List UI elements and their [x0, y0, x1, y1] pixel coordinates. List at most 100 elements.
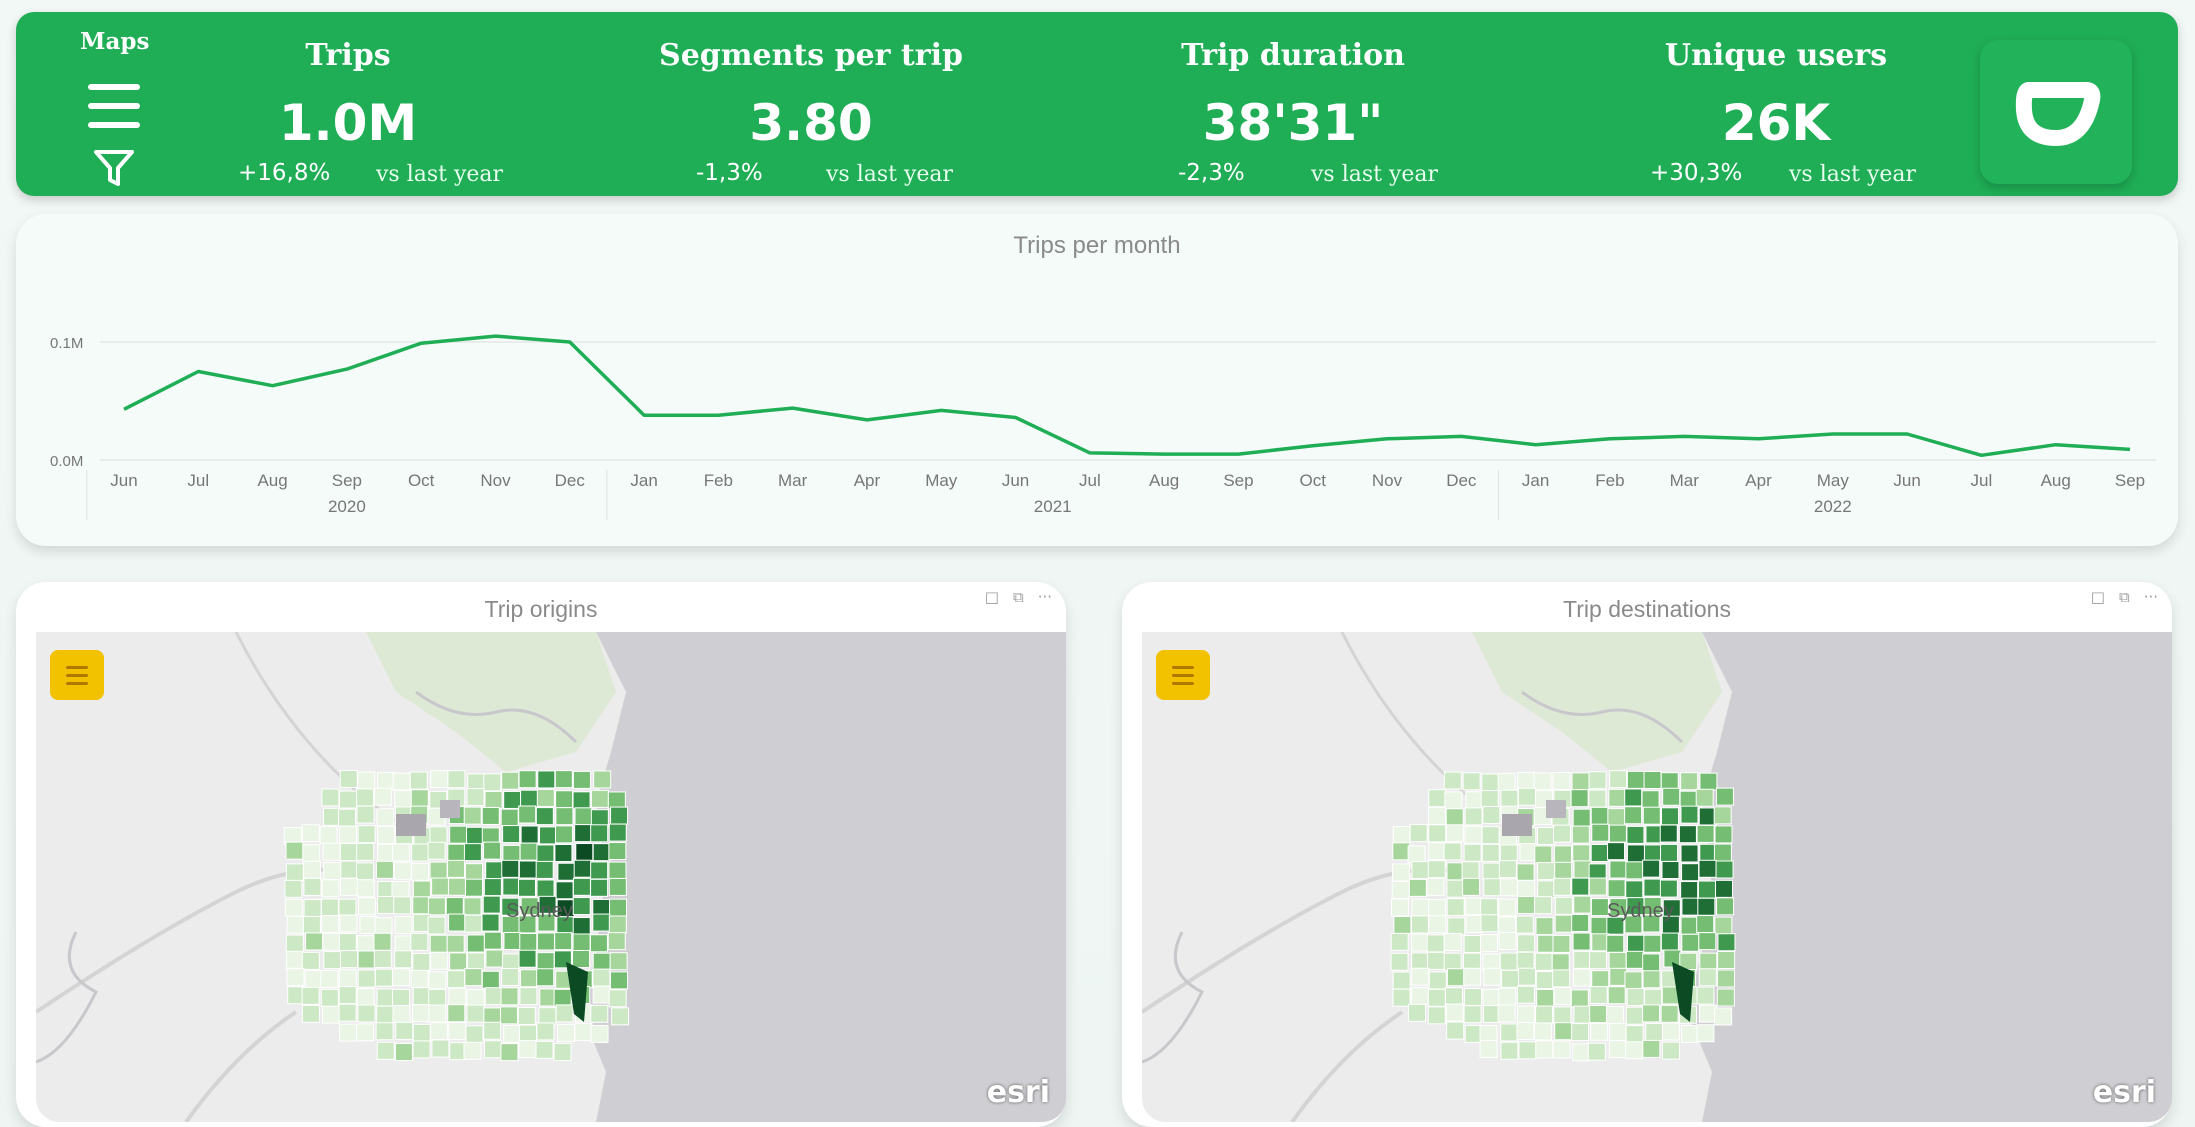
suburb-cell	[520, 825, 539, 844]
suburb-cell	[590, 1024, 609, 1043]
map-area[interactable]: Sydney esri	[36, 632, 1066, 1122]
copy-icon[interactable]: □	[985, 588, 999, 606]
trip-destinations-map-card: Trip destinations □ ⧉ ··· Sydney esri	[1122, 582, 2172, 1127]
x-tick-label: Jul	[187, 471, 209, 490]
suburb-cell	[1662, 787, 1681, 806]
suburb-cell	[1497, 772, 1516, 791]
x-tick-label: Sep	[332, 471, 362, 490]
suburb-cell	[536, 879, 555, 898]
esri-logo: esri	[2092, 1075, 2156, 1110]
suburb-cell	[394, 916, 413, 935]
map-area[interactable]: Sydney esri	[1142, 632, 2172, 1122]
suburb-cell	[410, 932, 429, 951]
ocean	[1687, 632, 2172, 1122]
suburb-cell	[1590, 1022, 1609, 1041]
suburb-cell	[427, 897, 446, 916]
suburb-cell	[339, 1023, 358, 1042]
suburb-cell	[1463, 987, 1482, 1006]
suburb-cell	[1410, 987, 1429, 1006]
menu-icon[interactable]	[1156, 650, 1210, 700]
suburb-cell	[1499, 878, 1518, 897]
suburb-cell	[446, 934, 465, 953]
suburb-cell	[1625, 950, 1644, 969]
suburb-cell	[485, 949, 504, 968]
suburb-cell	[592, 985, 611, 1004]
suburb-cell	[1698, 932, 1717, 951]
focus-mode-icon[interactable]: ⧉	[1013, 588, 1024, 606]
year-label: 2021	[1034, 497, 1072, 516]
focus-mode-icon[interactable]: ⧉	[2119, 588, 2130, 606]
suburb-cell	[412, 880, 431, 899]
hamburger-icon[interactable]	[88, 84, 140, 128]
more-options-icon[interactable]: ···	[2144, 588, 2158, 606]
logo-icon[interactable]	[1980, 40, 2132, 184]
suburb-cell	[1443, 842, 1462, 861]
kpi-value: 3.80	[749, 94, 873, 152]
suburb-cell	[339, 825, 358, 844]
suburb-no-data	[1546, 800, 1566, 818]
suburb-cell	[376, 895, 395, 914]
x-tick-label: May	[925, 471, 958, 490]
suburb-cell	[357, 1004, 376, 1023]
suburb-cell	[483, 878, 502, 897]
suburb-cell	[1554, 896, 1573, 915]
suburb-cell	[608, 989, 627, 1008]
suburb-cell	[1482, 805, 1501, 824]
suburb-cell	[1571, 914, 1590, 933]
suburb-cell	[1571, 1023, 1590, 1042]
suburb-cell	[608, 823, 627, 842]
suburb-cell	[1463, 843, 1482, 862]
suburb-cell	[555, 881, 574, 900]
suburb-cell	[395, 1021, 414, 1040]
suburb-cell	[1500, 789, 1519, 808]
suburb-cell	[539, 826, 558, 845]
suburb-cell	[1660, 772, 1679, 791]
suburb-cell	[338, 1003, 357, 1022]
suburb-cell	[1427, 1006, 1446, 1025]
suburb-cell	[391, 880, 410, 899]
suburb-cell	[409, 771, 428, 790]
suburb-cell	[463, 806, 482, 825]
menu-icon[interactable]	[50, 650, 104, 700]
suburb-cell	[1443, 932, 1462, 951]
suburb-cell	[1697, 897, 1716, 916]
suburb-cell	[1553, 877, 1572, 896]
kpi-value: 1.0M	[278, 94, 418, 152]
x-tick-label: Jun	[1893, 471, 1920, 490]
suburb-cell	[611, 1007, 630, 1026]
suburb-cell	[1428, 971, 1447, 990]
suburb-cell	[1464, 897, 1483, 916]
suburb-cell	[1609, 860, 1628, 879]
suburb-cell	[1462, 952, 1481, 971]
suburb-cell	[484, 790, 503, 809]
filter-icon[interactable]	[92, 146, 136, 190]
more-options-icon[interactable]: ···	[1038, 588, 1052, 606]
suburb-cell	[305, 932, 324, 951]
suburb-cell	[1608, 951, 1627, 970]
x-tick-label: Dec	[555, 471, 586, 490]
suburb-cell	[1534, 952, 1553, 971]
suburb-cell	[572, 897, 591, 916]
series-line	[123, 334, 2131, 458]
x-tick-label: Feb	[704, 471, 733, 490]
suburb-cell	[466, 934, 485, 953]
suburb-cell	[1661, 807, 1680, 826]
suburb-cell	[1390, 952, 1409, 971]
suburb-cell	[392, 988, 411, 1007]
suburb-cell	[430, 951, 449, 970]
suburb-cell	[555, 1004, 574, 1023]
copy-icon[interactable]: □	[2091, 588, 2105, 606]
suburb-cell	[377, 826, 396, 845]
suburb-cell	[608, 915, 627, 934]
suburb-cell	[1642, 1039, 1661, 1058]
suburb-cell	[284, 898, 303, 917]
suburb-cell	[302, 844, 321, 863]
suburb-cell	[1443, 771, 1462, 790]
suburb-cell	[1444, 987, 1463, 1006]
suburb-cell	[1428, 824, 1447, 843]
suburb-cell	[1554, 914, 1573, 933]
suburb-cell	[1445, 824, 1464, 843]
y-tick-label: 0.1M	[50, 335, 83, 352]
suburb-cell	[356, 788, 375, 807]
suburb-cell	[481, 806, 500, 825]
